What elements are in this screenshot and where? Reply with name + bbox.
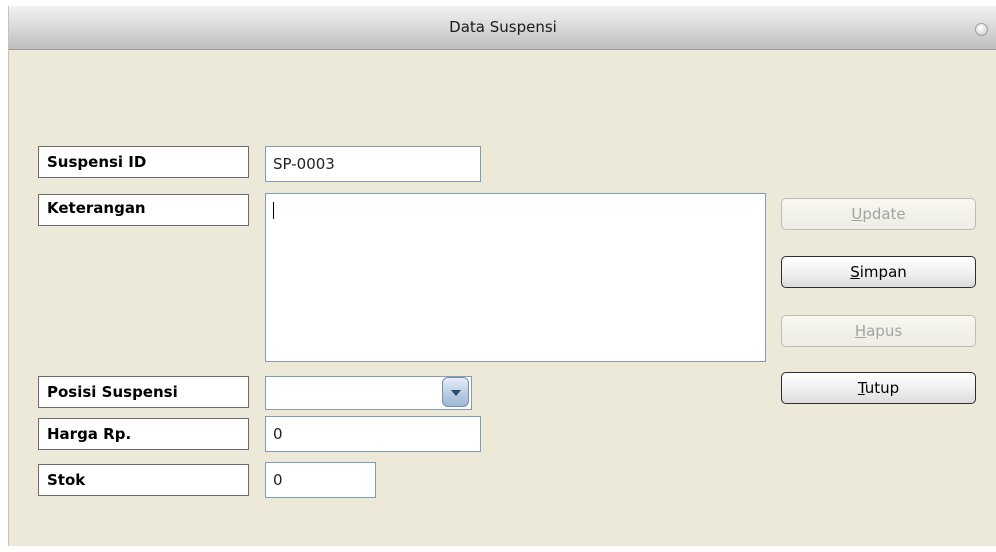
harga-label: Harga Rp.	[38, 418, 249, 450]
stok-label: Stok	[38, 464, 249, 496]
window-title: Data Suspensi	[449, 18, 557, 36]
simpan-button[interactable]: Simpan	[781, 256, 976, 288]
update-button-mnemonic: U	[851, 205, 863, 223]
simpan-button-mnemonic: S	[850, 263, 860, 281]
tutup-button[interactable]: Tutup	[781, 372, 976, 404]
simpan-button-label: impan	[859, 263, 907, 281]
close-circle-icon[interactable]	[975, 23, 988, 36]
tutup-button-label: utup	[864, 379, 900, 397]
suspensi-id-field[interactable]: SP-0003	[265, 146, 481, 182]
dialog-window: Data Suspensi Suspensi ID Keterangan Pos…	[8, 6, 996, 546]
tutup-button-mnemonic: T	[857, 379, 865, 397]
suspensi-id-value: SP-0003	[273, 155, 335, 173]
update-button-label: pdate	[862, 205, 906, 223]
posisi-suspensi-dropdown-button[interactable]	[442, 377, 469, 407]
posisi-suspensi-combobox[interactable]	[265, 376, 472, 410]
harga-value: 0	[273, 425, 283, 443]
title-bar[interactable]: Data Suspensi	[9, 6, 996, 50]
suspensi-id-label: Suspensi ID	[38, 146, 249, 178]
harga-field[interactable]: 0	[265, 416, 481, 452]
stok-value: 0	[273, 471, 283, 489]
chevron-down-icon	[451, 390, 461, 396]
text-caret	[273, 202, 274, 219]
update-button[interactable]: Update	[781, 198, 976, 230]
hapus-button-label: apus	[866, 322, 903, 340]
hapus-button-mnemonic: H	[854, 322, 867, 340]
keterangan-label: Keterangan	[38, 194, 249, 226]
hapus-button[interactable]: Hapus	[781, 315, 976, 347]
posisi-suspensi-label: Posisi Suspensi	[38, 376, 249, 408]
keterangan-textarea[interactable]	[265, 193, 766, 362]
stok-field[interactable]: 0	[265, 462, 376, 498]
